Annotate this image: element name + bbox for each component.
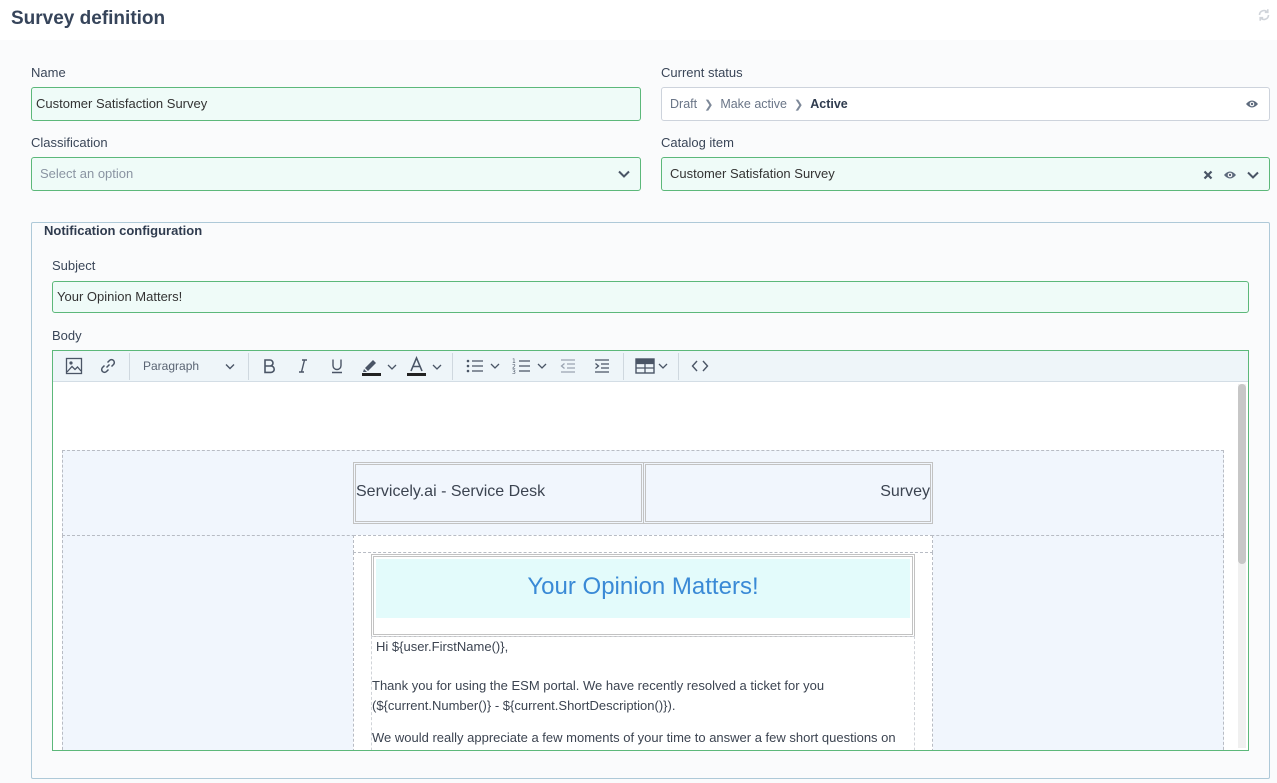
catalog-item-select[interactable]: Customer Satisfation Survey: [661, 157, 1270, 191]
status-breadcrumb: Draft ❯ Make active ❯ Active: [670, 88, 848, 121]
link-icon: [100, 358, 116, 374]
body-editor[interactable]: Paragraph 1 2 3 Servicely.ai - Service D…: [52, 350, 1249, 751]
toolbar-divider: [623, 353, 624, 380]
subject-label: Subject: [52, 258, 96, 273]
scrollbar-thumb[interactable]: [1238, 384, 1246, 564]
code-icon: [691, 360, 709, 372]
insert-image-button[interactable]: [63, 351, 85, 381]
message-line: Thank you for using the ESM portal. We h…: [372, 678, 825, 693]
chevron-down-icon[interactable]: [618, 170, 630, 178]
table-button[interactable]: [632, 351, 672, 381]
chevron-down-icon[interactable]: [1247, 171, 1259, 179]
bold-icon: [264, 359, 275, 374]
text-color-icon: [407, 356, 442, 376]
email-heading: Your Opinion Matters!: [527, 573, 759, 600]
editor-scrollbar[interactable]: [1238, 384, 1246, 748]
classification-label: Classification: [31, 135, 108, 150]
refresh-icon[interactable]: [1257, 8, 1271, 22]
classification-select[interactable]: Select an option: [31, 157, 641, 191]
outdent-button[interactable]: [557, 351, 579, 381]
highlighter-icon: [362, 360, 397, 376]
brand-name: Servicely.ai - Service Desk: [356, 483, 546, 500]
bold-button[interactable]: [258, 351, 280, 381]
chevron-right-icon: ❯: [704, 99, 714, 111]
status-step-active: Active: [810, 97, 848, 111]
insert-link-button[interactable]: [97, 351, 119, 381]
highlight-color-button[interactable]: [358, 351, 400, 381]
chevron-down-icon: [225, 364, 235, 370]
catalog-item-value: Customer Satisfation Survey: [670, 166, 835, 181]
page-title: Survey definition: [11, 8, 166, 29]
indent-button[interactable]: [591, 351, 613, 381]
catalog-item-label: Catalog item: [661, 135, 734, 150]
survey-cell: Survey: [643, 462, 933, 524]
italic-button[interactable]: [292, 351, 314, 381]
message-line: We would really appreciate a few moments…: [372, 730, 896, 745]
numbered-list-button[interactable]: 1 2 3: [508, 351, 550, 381]
toolbar-divider: [678, 353, 679, 380]
editor-content[interactable]: Servicely.ai - Service Desk Survey Your …: [53, 382, 1236, 750]
toolbar-divider: [452, 353, 453, 380]
source-code-button[interactable]: [688, 351, 712, 381]
block-format-label: Paragraph: [143, 359, 200, 373]
current-status-label: Current status: [661, 65, 743, 80]
indent-icon: [595, 359, 609, 373]
page-header: Survey definition: [0, 0, 1277, 40]
svg-text:3: 3: [512, 369, 516, 376]
greeting-text: Hi ${user.FirstName()},: [376, 639, 509, 654]
name-label: Name: [31, 65, 66, 80]
eye-icon[interactable]: [1223, 169, 1237, 181]
clear-icon[interactable]: [1203, 170, 1213, 180]
message-line: (${current.Number()} - ${current.ShortDe…: [372, 698, 676, 713]
heading-banner: Your Opinion Matters!: [376, 559, 910, 618]
text-color-button[interactable]: [403, 351, 445, 381]
subject-input[interactable]: Your Opinion Matters!: [52, 281, 1249, 313]
toolbar-divider: [129, 353, 130, 380]
email-spacer: [353, 535, 933, 553]
block-format-select[interactable]: Paragraph: [137, 351, 241, 381]
underline-button[interactable]: [326, 351, 348, 381]
bullet-list-icon: [466, 359, 500, 373]
italic-icon: [299, 359, 307, 373]
numbered-list-icon: 1 2 3: [512, 358, 547, 376]
underline-icon: [332, 359, 342, 374]
survey-tag: Survey: [880, 483, 930, 500]
classification-placeholder: Select an option: [40, 166, 134, 181]
status-step-make-active[interactable]: Make active: [720, 97, 787, 111]
chevron-right-icon: ❯: [794, 99, 804, 111]
outdent-icon: [560, 359, 575, 373]
toolbar-divider: [248, 353, 249, 380]
eye-icon[interactable]: [1245, 98, 1259, 110]
body-label: Body: [52, 328, 82, 343]
name-input[interactable]: Customer Satisfaction Survey: [31, 87, 641, 121]
bullet-list-button[interactable]: [461, 351, 503, 381]
editor-toolbar: Paragraph 1 2 3: [53, 351, 1248, 382]
notification-configuration-legend: Notification configuration: [38, 223, 209, 238]
current-status-field: Draft ❯ Make active ❯ Active: [661, 87, 1270, 121]
table-icon: [635, 358, 668, 374]
brand-cell: Servicely.ai - Service Desk: [353, 462, 644, 524]
status-step-draft: Draft: [670, 97, 698, 111]
heading-block: Your Opinion Matters!: [371, 554, 915, 637]
image-icon: [65, 357, 83, 375]
